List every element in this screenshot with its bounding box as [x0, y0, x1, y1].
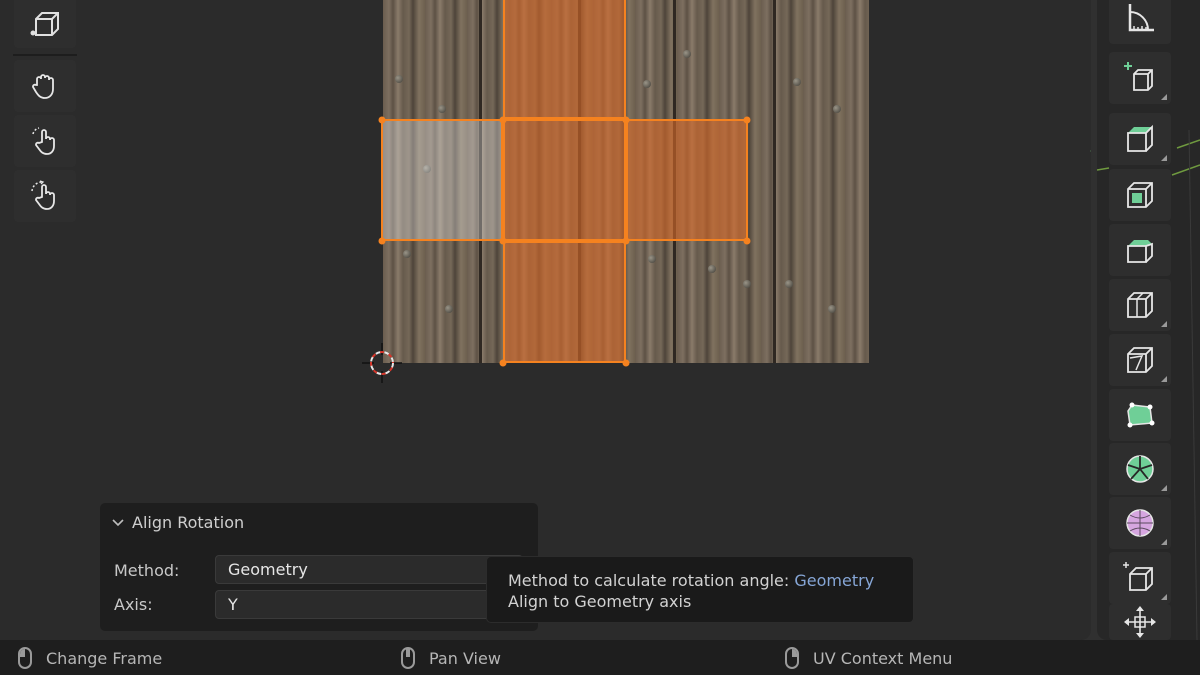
corner-arrow-icon [1161, 594, 1167, 600]
loop-cut-tool[interactable] [1109, 279, 1171, 331]
rotate-tool[interactable] [14, 115, 76, 167]
nail [743, 280, 751, 288]
uv-editor-viewport[interactable]: Align Rotation Method: Geometry Axis: Y … [0, 0, 1091, 640]
corner-arrow-icon [1161, 155, 1167, 161]
uv-vertex[interactable] [622, 237, 630, 245]
status-pan-view: Pan View [401, 647, 501, 669]
scale-tool[interactable] [14, 170, 76, 222]
tooltip-description: Method to calculate rotation angle: [508, 571, 790, 590]
corner-arrow-icon [1161, 485, 1167, 491]
loop-cut-icon [1127, 292, 1153, 318]
select-box-tool[interactable] [14, 0, 76, 48]
mouse-right-icon [785, 647, 799, 669]
uv-vertex[interactable] [499, 116, 507, 124]
uv-vertex[interactable] [499, 359, 507, 367]
nail [395, 75, 403, 83]
nail [403, 250, 411, 258]
chevron-down-icon [112, 513, 124, 532]
hand-rotate-icon [32, 127, 55, 155]
nail [828, 305, 836, 313]
uv-face[interactable] [503, 0, 626, 119]
uv-vertex[interactable] [743, 237, 751, 245]
status-change-frame-label: Change Frame [46, 648, 163, 668]
toolbar-separator [13, 54, 77, 56]
mouse-middle-icon [401, 647, 415, 669]
nail [438, 105, 446, 113]
tooltip-line-1: Method to calculate rotation angle: Geom… [508, 570, 913, 591]
nail [643, 80, 651, 88]
smooth-tool[interactable] [1109, 497, 1171, 549]
nail [708, 265, 716, 273]
knife-icon [1127, 347, 1153, 373]
uv-vertex[interactable] [378, 237, 386, 245]
nail [785, 280, 793, 288]
add-cube-icon [1124, 62, 1153, 91]
axis-dropdown[interactable]: Y [215, 590, 523, 619]
tooltip-line-2: Align to Geometry axis [508, 592, 692, 611]
bevel-icon [1127, 240, 1153, 263]
nail [683, 50, 691, 58]
plank-gap [773, 0, 776, 363]
axis-label: Axis: [114, 595, 153, 614]
cube-select-icon [30, 12, 59, 36]
hand-grab-icon [32, 74, 54, 99]
method-tooltip: Method to calculate rotation angle: Geom… [486, 556, 914, 623]
shear-tool[interactable] [1109, 552, 1171, 604]
corner-arrow-icon [1161, 376, 1167, 382]
status-bar: Change Frame Pan View UV Context Menu [0, 640, 1200, 675]
spin-tool[interactable] [1109, 443, 1171, 495]
method-label: Method: [114, 561, 180, 580]
corner-arrow-icon [1161, 539, 1167, 545]
corner-arrow-icon [1161, 94, 1167, 100]
uv-face-active[interactable] [381, 119, 503, 241]
transform-tool[interactable] [1109, 604, 1171, 640]
status-uv-context-menu-label: UV Context Menu [813, 648, 953, 668]
inset-faces-icon [1127, 182, 1153, 208]
grab-tool[interactable] [14, 60, 76, 112]
uv-vertex[interactable] [622, 359, 630, 367]
inset-faces-tool[interactable] [1109, 169, 1171, 221]
status-change-frame: Change Frame [18, 647, 162, 669]
hand-scale-icon [31, 180, 55, 210]
status-uv-context-menu: UV Context Menu [785, 647, 952, 669]
uv-face[interactable] [503, 119, 626, 241]
measure-icon [1128, 4, 1154, 32]
nail [833, 105, 841, 113]
add-cube-tool[interactable] [1109, 52, 1171, 104]
status-pan-view-label: Pan View [429, 648, 501, 668]
method-dropdown[interactable]: Geometry [215, 555, 523, 584]
2d-cursor-icon[interactable] [362, 343, 402, 383]
knife-tool[interactable] [1109, 334, 1171, 386]
uv-vertex[interactable] [378, 116, 386, 124]
poly-build-icon [1127, 402, 1155, 428]
uv-face[interactable] [626, 119, 748, 241]
tooltip-value: Geometry [794, 571, 875, 590]
uv-vertex[interactable] [743, 116, 751, 124]
extrude-region-icon [1127, 124, 1153, 152]
transform-icon [1124, 606, 1156, 638]
bevel-tool[interactable] [1109, 224, 1171, 276]
uv-vertex[interactable] [499, 237, 507, 245]
uv-vertex[interactable] [622, 116, 630, 124]
nail [648, 255, 656, 263]
shear-icon [1123, 562, 1153, 591]
mouse-left-icon [18, 647, 32, 669]
corner-arrow-icon [1161, 321, 1167, 327]
measure-tool[interactable] [1109, 0, 1171, 44]
nail [793, 78, 801, 86]
poly-build-tool[interactable] [1109, 389, 1171, 441]
panel-header[interactable]: Align Rotation [112, 513, 244, 532]
align-rotation-panel[interactable]: Align Rotation Method: Geometry Axis: Y [100, 503, 538, 631]
grid-line [1090, 150, 1091, 152]
panel-title: Align Rotation [132, 513, 245, 532]
nail [445, 305, 453, 313]
extrude-region-tool[interactable] [1109, 113, 1171, 165]
uv-face[interactable] [503, 241, 626, 363]
spin-icon [1126, 455, 1154, 483]
smooth-icon [1126, 509, 1154, 537]
